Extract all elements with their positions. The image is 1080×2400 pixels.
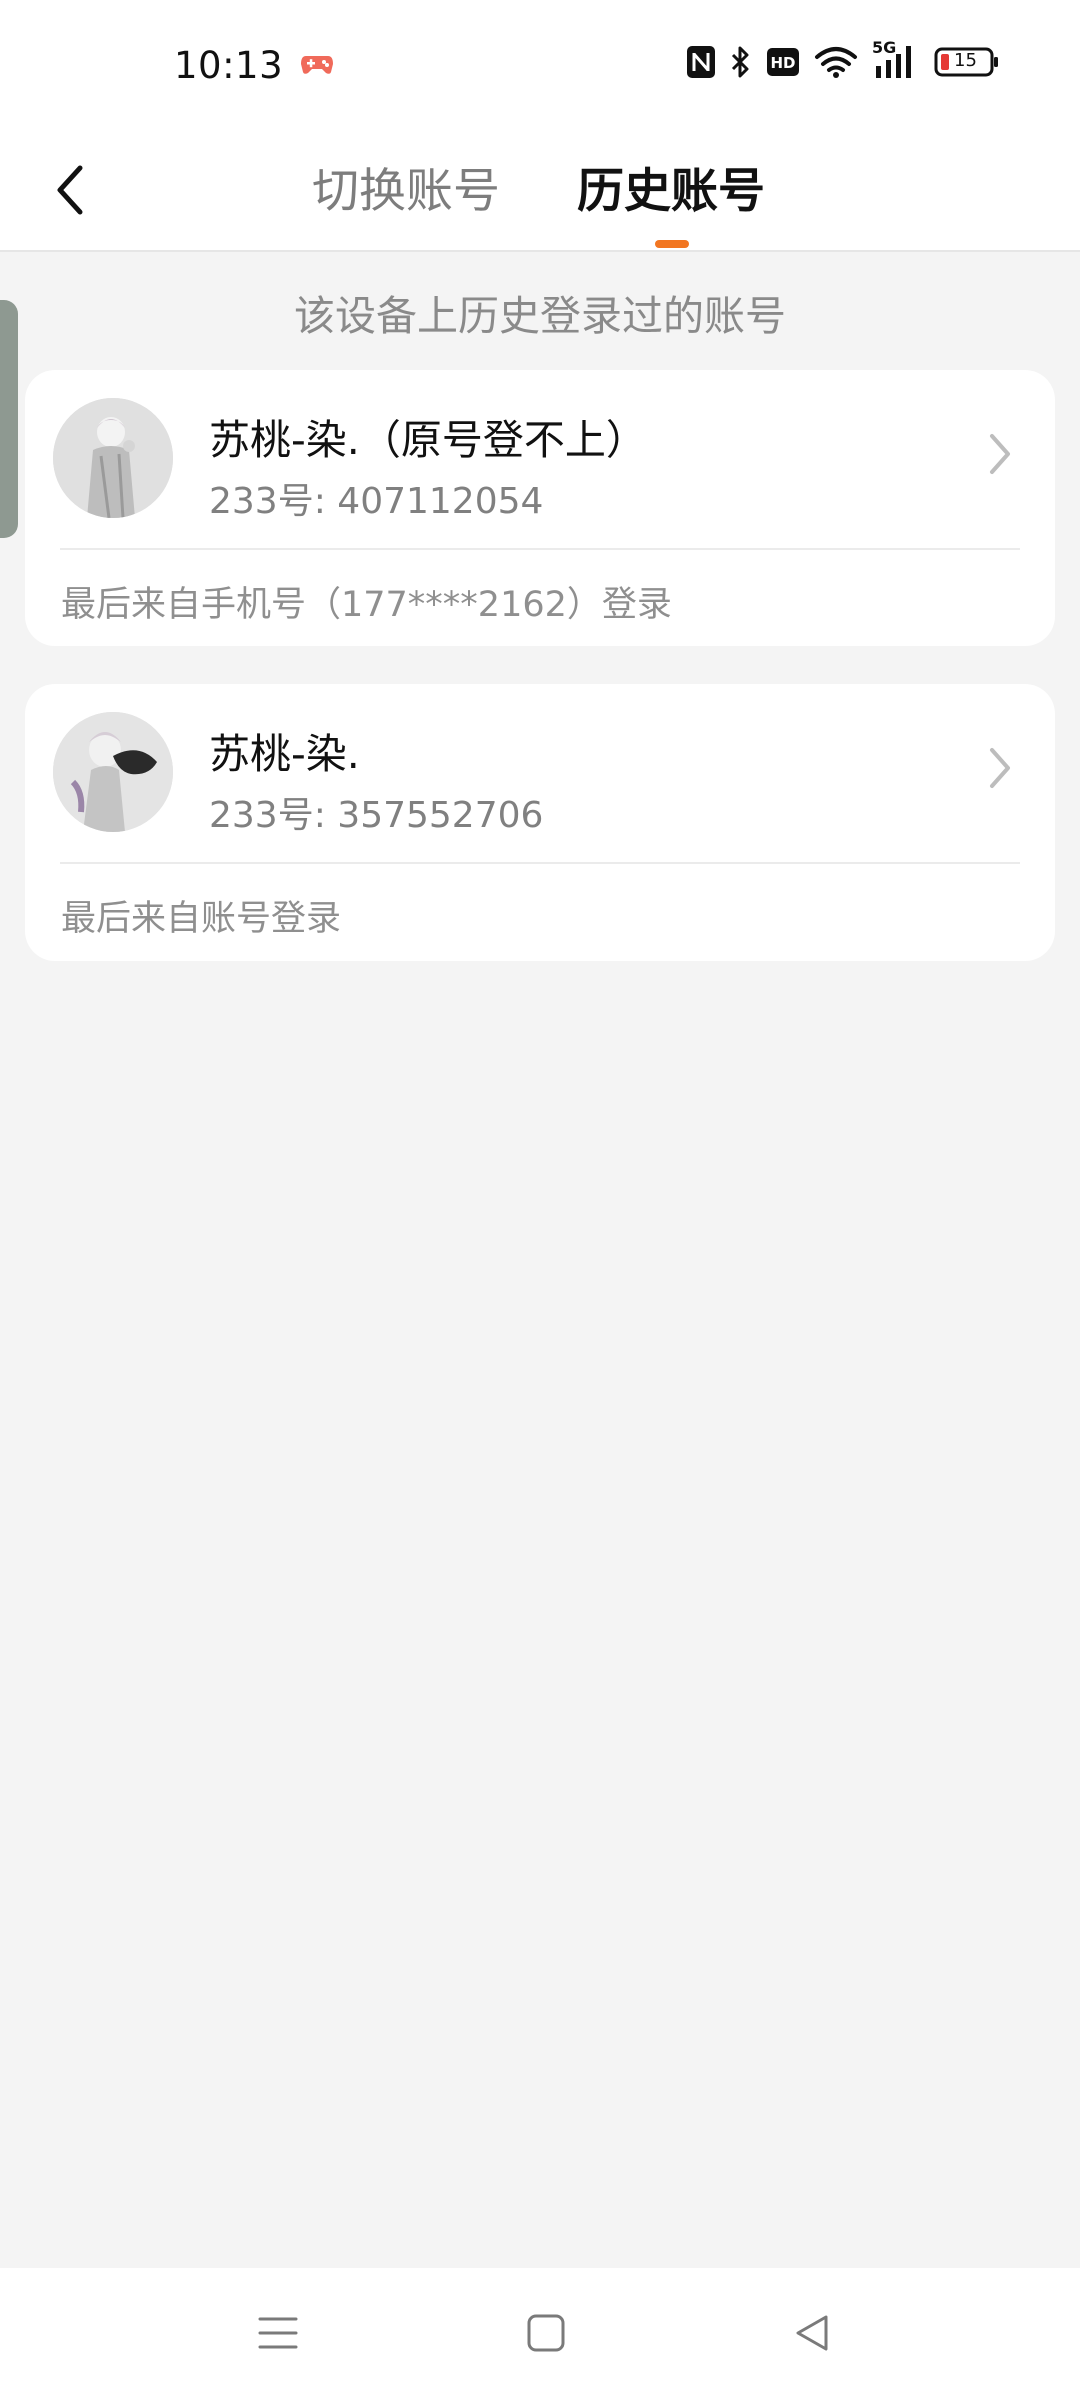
back-triangle-icon: [796, 2315, 828, 2351]
back-chevron-icon: [57, 165, 83, 215]
account-name: 苏桃-染.: [209, 730, 360, 778]
last-login-info: 最后来自账号登录: [61, 899, 342, 939]
nav-menu-button[interactable]: [248, 2308, 308, 2358]
tab-switch-account[interactable]: 切换账号: [312, 152, 500, 221]
avatar: [53, 712, 173, 832]
tab-history-account[interactable]: 历史账号: [577, 152, 765, 221]
section-subtitle: 该设备上历史登录过的账号: [294, 292, 786, 340]
card-divider: [60, 548, 1020, 550]
account-card[interactable]: 苏桃-染.（原号登不上） 233号: 407112054 最后来自手机号（177…: [25, 370, 1055, 646]
game-controller-icon: [300, 54, 334, 80]
active-tab-indicator: [655, 240, 689, 248]
chevron-right-icon: [990, 434, 1010, 474]
wifi-icon: [814, 45, 858, 79]
account-card[interactable]: 苏桃-染. 233号: 357552706 最后来自账号登录: [25, 684, 1055, 961]
battery-level: 15: [954, 50, 977, 71]
system-nav-bar: [0, 2268, 1080, 2400]
svg-text:HD: HD: [770, 54, 795, 72]
last-login-info: 最后来自手机号（177****2162）登录: [61, 585, 672, 625]
account-name: 苏桃-染.（原号登不上）: [209, 416, 647, 464]
status-time: 10:13: [174, 44, 284, 87]
back-button[interactable]: [40, 150, 100, 230]
top-header: 切换账号 历史账号: [0, 130, 1080, 252]
nfc-icon: [686, 45, 716, 79]
battery-icon: 15: [934, 46, 1000, 78]
home-icon: [527, 2314, 565, 2352]
card-divider: [60, 862, 1020, 864]
nav-back-button[interactable]: [782, 2308, 842, 2358]
nav-home-button[interactable]: [516, 2308, 576, 2358]
avatar: [53, 398, 173, 518]
menu-icon: [258, 2317, 298, 2349]
status-bar: 10:13 HD 5G 15: [0, 0, 1080, 130]
chevron-right-icon: [990, 748, 1010, 788]
bluetooth-icon: [730, 45, 752, 79]
hd-icon: HD: [766, 47, 800, 77]
account-id: 233号: 357552706: [209, 795, 544, 836]
account-id: 233号: 407112054: [209, 481, 544, 522]
cellular-signal-icon: 5G: [872, 38, 920, 80]
status-icons: HD 5G 15: [686, 38, 1000, 80]
